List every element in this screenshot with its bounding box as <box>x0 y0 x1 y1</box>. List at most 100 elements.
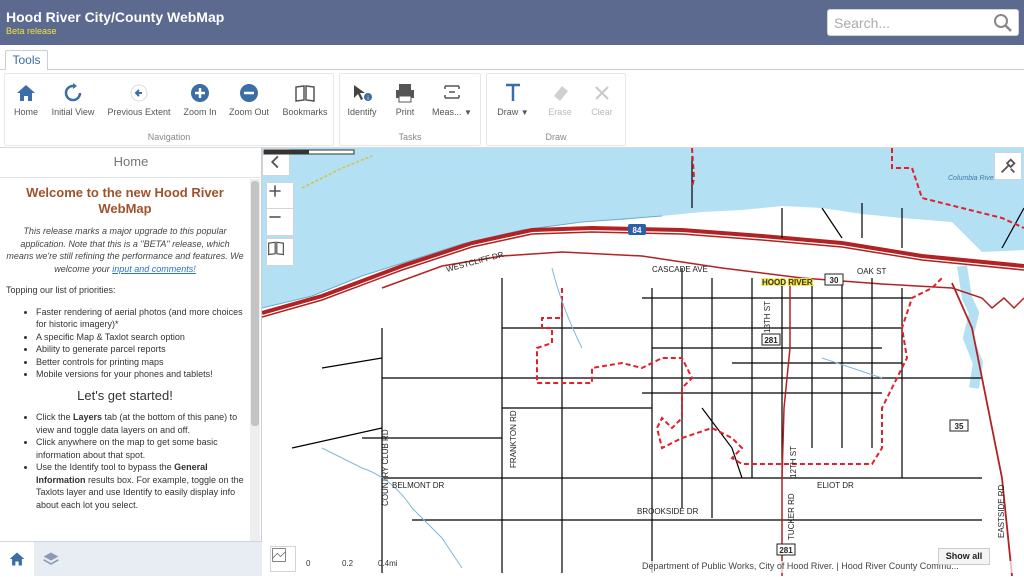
tab-layers[interactable] <box>34 542 68 577</box>
chevron-down-icon: ▼ <box>464 108 472 117</box>
measure-icon <box>444 85 460 99</box>
scale-label-0: 0 <box>306 559 311 568</box>
identify-button[interactable]: i Identify <box>344 82 380 117</box>
draw-label: Draw <box>497 107 519 117</box>
initial-view-label: Initial View <box>51 107 95 117</box>
home-icon <box>17 85 35 101</box>
wrench-icon <box>1000 158 1016 174</box>
priorities-list: Faster rendering of aerial photos (and m… <box>36 306 244 381</box>
priorities-heading: Topping our list of priorities: <box>6 285 116 295</box>
list-item: Use the Identify tool to bypass the Gene… <box>36 461 244 511</box>
zoom-out-label: Zoom Out <box>228 107 269 117</box>
feedback-link[interactable]: input and comments! <box>112 264 196 274</box>
shield-281-north: 281 <box>764 336 778 345</box>
toolbar-tabbar: Tools <box>0 45 1024 71</box>
shield-84: 84 <box>633 226 642 235</box>
show-all-button[interactable]: Show all <box>938 548 990 565</box>
list-item: A specific Map & Taxlot search option <box>36 331 244 344</box>
initial-view-button[interactable]: Initial View <box>49 82 97 117</box>
draw-group: Draw ▼ Erase Clear Draw <box>486 73 626 146</box>
zoom-out-map-button[interactable] <box>266 208 294 236</box>
svg-text:i: i <box>367 96 368 102</box>
list-item: Better controls for printing maps <box>36 356 244 369</box>
label-12th: 12TH ST <box>789 446 798 478</box>
bookmarks-map-button[interactable] <box>266 238 294 266</box>
home-button[interactable]: Home <box>11 82 41 117</box>
side-panel-scrollbar[interactable] <box>250 179 260 541</box>
scale-label-mid: 0.2 <box>342 559 354 568</box>
print-label: Print <box>395 107 415 117</box>
measure-label: Meas... <box>432 107 462 117</box>
welcome-title: Welcome to the new Hood River WebMap <box>26 185 224 216</box>
map-view[interactable]: WESTCLIFF DR CASCADE AVE HOOD RIVER OAK … <box>262 148 1024 576</box>
identify-label: Identify <box>347 107 377 117</box>
label-eastside: EASTSIDE RD <box>997 484 1006 538</box>
tips-list: Click the Layers tab (at the bottom of t… <box>36 411 244 511</box>
city-boundary <box>536 277 943 465</box>
side-panel-footer <box>0 541 262 577</box>
label-cascade: CASCADE AVE <box>652 265 708 274</box>
navigation-group: Home Initial View Previous Extent Zoom I… <box>4 73 334 146</box>
minus-icon <box>269 216 281 218</box>
scroll-thumb[interactable] <box>251 181 259 426</box>
label-oak: OAK ST <box>857 267 886 276</box>
close-icon <box>595 86 609 100</box>
plus-icon <box>269 185 281 197</box>
zoom-in-icon <box>191 84 209 102</box>
search-box[interactable] <box>827 9 1019 36</box>
tip-bold: Layers <box>73 412 103 422</box>
app-header: Hood River City/County WebMap Beta relea… <box>0 0 1024 45</box>
zoom-in-map-button[interactable] <box>266 182 294 210</box>
overview-icon <box>272 548 286 562</box>
intro-text: This release marks a major upgrade to th… <box>6 225 244 275</box>
refresh-icon <box>64 83 82 102</box>
map-canvas[interactable]: WESTCLIFF DR CASCADE AVE HOOD RIVER OAK … <box>262 148 1024 576</box>
text-icon <box>506 83 520 101</box>
shield-30: 30 <box>830 276 839 285</box>
home-label: Home <box>13 107 38 117</box>
list-item: Click the Layers tab (at the bottom of t… <box>36 411 244 436</box>
search-icon[interactable] <box>993 13 1013 33</box>
tasks-group-title: Tasks <box>398 132 422 142</box>
app-title: Hood River City/County WebMap <box>6 9 225 25</box>
book-icon <box>268 241 284 256</box>
label-frankton: FRANKTON RD <box>509 410 518 468</box>
side-panel-title: Home <box>0 148 262 178</box>
home-icon <box>9 552 25 566</box>
app-subtitle: Beta release <box>6 26 57 36</box>
draw-group-title: Draw <box>545 132 567 142</box>
previous-extent-label: Previous Extent <box>107 107 171 117</box>
overview-map-button[interactable] <box>270 546 296 572</box>
tab-home[interactable] <box>0 542 34 577</box>
print-button[interactable]: Print <box>390 82 420 117</box>
book-icon <box>295 85 315 102</box>
chevron-down-icon: ▼ <box>520 108 529 117</box>
hood-river-stream <box>957 265 984 389</box>
label-13th: 13TH ST <box>763 301 772 333</box>
label-hood-river: HOOD RIVER <box>762 278 813 287</box>
map-tools-button[interactable] <box>994 152 1022 180</box>
previous-extent-button[interactable]: Previous Extent <box>107 82 171 117</box>
measure-button[interactable]: Meas... ▼ <box>430 82 474 117</box>
label-tucker: TUCKER RD <box>787 493 796 540</box>
tab-tools[interactable]: Tools <box>5 50 48 71</box>
shield-35: 35 <box>955 422 964 431</box>
label-belmont: BELMONT DR <box>392 481 445 490</box>
shield-281-south: 281 <box>779 546 793 555</box>
side-panel-content[interactable]: Welcome to the new Hood River WebMap Thi… <box>0 179 250 541</box>
zoom-in-button[interactable]: Zoom In <box>181 82 219 117</box>
identify-icon: i <box>354 85 372 102</box>
side-panel: Home Welcome to the new Hood River WebMa… <box>0 148 262 577</box>
label-columbia: Columbia River <box>948 175 997 182</box>
bookmarks-button[interactable]: Bookmarks <box>281 82 329 117</box>
eraser-icon <box>554 86 568 101</box>
clear-button[interactable]: Clear <box>587 82 617 117</box>
label-country-club: COUNTRY CLUB RD <box>381 429 390 506</box>
zoom-in-label: Zoom In <box>183 107 217 117</box>
search-input[interactable] <box>834 13 984 33</box>
draw-button[interactable]: Draw ▼ <box>493 82 533 117</box>
erase-button[interactable]: Erase <box>545 82 575 117</box>
zoom-out-button[interactable]: Zoom Out <box>227 82 271 117</box>
list-item: Click anywhere on the map to get some ba… <box>36 436 244 461</box>
zoom-out-icon <box>240 84 258 102</box>
